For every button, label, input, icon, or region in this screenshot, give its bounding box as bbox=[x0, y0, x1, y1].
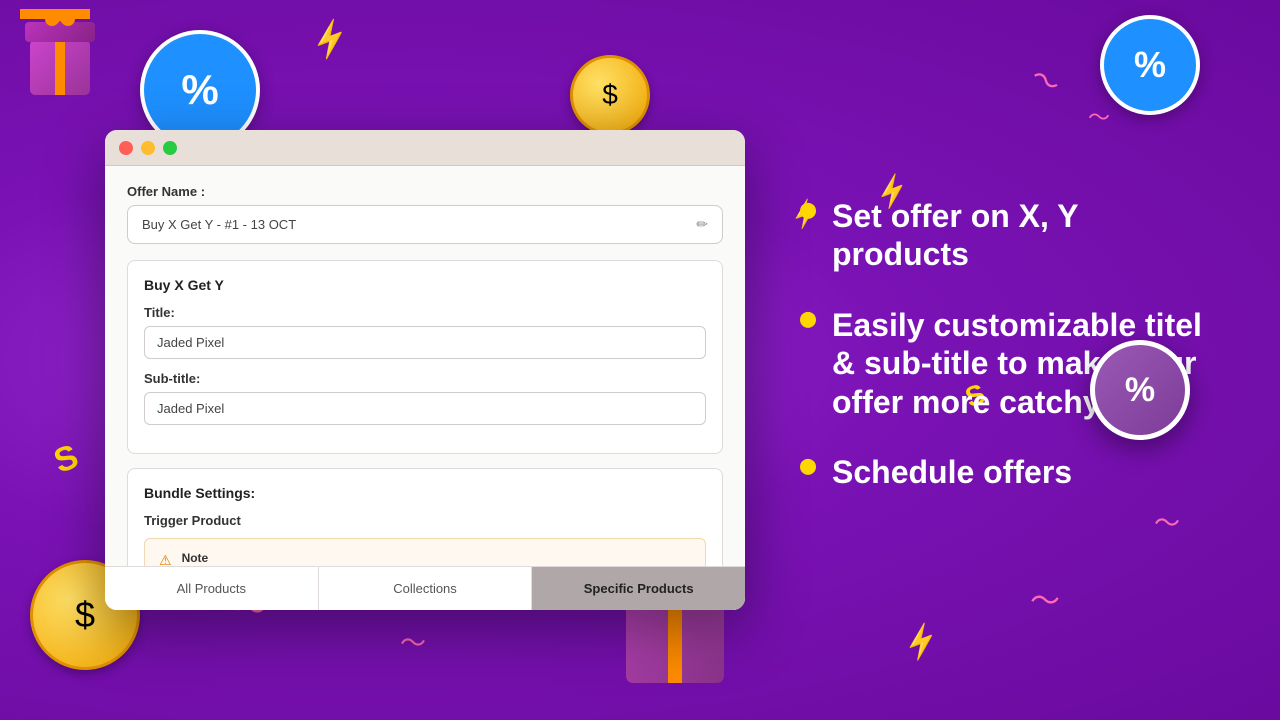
offer-name-section: Offer Name : Buy X Get Y - #1 - 13 OCT ✏ bbox=[127, 184, 723, 244]
offer-name-label: Offer Name : bbox=[127, 184, 723, 199]
card-title: Buy X Get Y bbox=[144, 277, 706, 293]
subtitle-input[interactable] bbox=[144, 392, 706, 425]
subtitle-label: Sub-title: bbox=[144, 371, 706, 386]
offer-name-box: Buy X Get Y - #1 - 13 OCT ✏ bbox=[127, 205, 723, 244]
trigger-product-label: Trigger Product bbox=[144, 513, 706, 528]
traffic-light-yellow[interactable] bbox=[141, 141, 155, 155]
traffic-light-green[interactable] bbox=[163, 141, 177, 155]
tab-collections[interactable]: Collections bbox=[319, 567, 533, 610]
title-field-group: Title: bbox=[144, 305, 706, 359]
feature-item-1: Set offer on X, Y products bbox=[800, 197, 1220, 274]
note-title: Note bbox=[182, 551, 691, 565]
offer-name-value: Buy X Get Y - #1 - 13 OCT bbox=[142, 217, 296, 232]
feature-text-3: Schedule offers bbox=[832, 453, 1072, 491]
floating-percent-badge: % bbox=[1090, 340, 1190, 440]
feature-item-3: Schedule offers bbox=[800, 453, 1220, 491]
subtitle-field-group: Sub-title: bbox=[144, 371, 706, 425]
bullet-1 bbox=[800, 203, 816, 219]
tabs-row: All Products Collections Specific Produc… bbox=[105, 566, 745, 610]
edit-icon[interactable]: ✏ bbox=[696, 216, 708, 233]
bullet-3 bbox=[800, 459, 816, 475]
tab-specific-products[interactable]: Specific Products bbox=[532, 567, 745, 610]
title-label: Title: bbox=[144, 305, 706, 320]
buy-x-get-y-card: Buy X Get Y Title: Sub-title: bbox=[127, 260, 723, 454]
browser-content: Offer Name : Buy X Get Y - #1 - 13 OCT ✏… bbox=[105, 166, 745, 610]
bundle-settings-title: Bundle Settings: bbox=[144, 485, 706, 501]
bullet-2 bbox=[800, 312, 816, 328]
percent-icon-float: % bbox=[1125, 371, 1155, 410]
browser-titlebar bbox=[105, 130, 745, 166]
title-input[interactable] bbox=[144, 326, 706, 359]
traffic-light-red[interactable] bbox=[119, 141, 133, 155]
tab-all-products[interactable]: All Products bbox=[105, 567, 319, 610]
browser-window: Offer Name : Buy X Get Y - #1 - 13 OCT ✏… bbox=[105, 130, 745, 610]
feature-text-1: Set offer on X, Y products bbox=[832, 197, 1220, 274]
